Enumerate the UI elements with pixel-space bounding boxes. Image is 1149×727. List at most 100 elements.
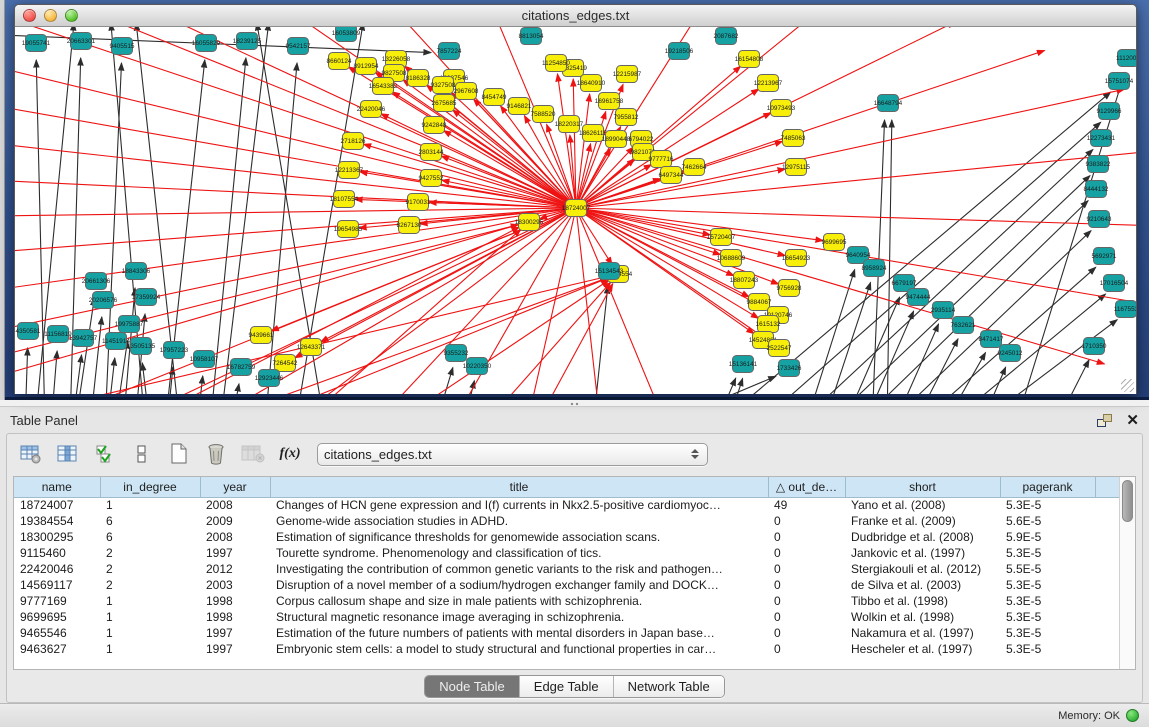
table-cell[interactable]: Hescheler et al. (1997) (845, 641, 1000, 657)
network-node[interactable]: 10688609 (717, 250, 746, 267)
network-node[interactable]: 9355232 (444, 345, 469, 362)
table-row[interactable]: 977716911998Corpus callosum shape and si… (14, 593, 1119, 609)
network-node[interactable]: 2522547 (767, 340, 792, 357)
table-cell[interactable]: 0 (768, 561, 845, 577)
table-cell[interactable]: 9699695 (14, 609, 100, 625)
network-node[interactable]: 13942757 (69, 330, 98, 347)
table-cell[interactable]: 9465546 (14, 625, 100, 641)
float-panel-icon[interactable] (1097, 414, 1112, 427)
table-cell[interactable]: 1 (100, 609, 200, 625)
network-node[interactable]: 8186328 (406, 70, 431, 87)
network-node[interactable]: 19055741 (22, 35, 51, 52)
column-header-pagerank[interactable]: pagerank (1000, 477, 1095, 497)
table-cell[interactable]: Changes of HCN gene expression and I(f) … (270, 497, 768, 513)
tab-network-table[interactable]: Network Table (614, 676, 724, 697)
network-node[interactable]: 15134543 (595, 263, 624, 280)
network-node[interactable]: 7462664 (682, 159, 707, 176)
table-selector-dropdown[interactable]: citations_edges.txt (317, 443, 708, 466)
network-node[interactable]: 17359924 (132, 289, 161, 306)
table-cell[interactable]: Embryonic stem cells: a model to study s… (270, 641, 768, 657)
network-node[interactable]: 8660124 (327, 53, 352, 70)
table-cell[interactable]: 1 (100, 497, 200, 513)
table-cell[interactable]: Disruption of a novel member of a sodium… (270, 577, 768, 593)
network-node[interactable]: 10973493 (767, 100, 796, 117)
table-cell[interactable]: 18724007 (14, 497, 100, 513)
network-node[interactable]: 22420046 (357, 101, 386, 118)
network-node[interactable]: 2967608 (454, 83, 479, 100)
network-edge[interactable] (25, 348, 28, 394)
network-canvas[interactable]: 1872400786601248912954132260589827508165… (15, 27, 1136, 394)
network-node[interactable]: 20661306 (82, 273, 111, 290)
network-node[interactable]: 12213367 (335, 162, 364, 179)
network-edge[interactable] (142, 363, 150, 394)
network-node[interactable]: 16053809 (332, 27, 361, 42)
network-node[interactable]: 9383822 (1086, 156, 1111, 173)
network-node[interactable]: 16961758 (595, 93, 624, 110)
network-node[interactable]: 12273431 (1087, 130, 1116, 147)
network-node[interactable]: 18724007 (562, 200, 591, 217)
table-cell[interactable]: 0 (768, 609, 845, 625)
network-node[interactable]: 2803144 (419, 144, 444, 161)
table-cell[interactable]: Franke et al. (2009) (845, 513, 1000, 529)
column-header-name[interactable]: name (14, 477, 100, 497)
table-cell[interactable]: 6 (100, 513, 200, 529)
table-cell[interactable]: 5.3E-5 (1000, 593, 1095, 609)
table-cell[interactable]: 9777169 (14, 593, 100, 609)
table-cell[interactable]: Dudbridge et al. (2008) (845, 529, 1000, 545)
network-edge[interactable] (231, 384, 239, 394)
network-node[interactable]: 9427552 (419, 170, 444, 187)
table-cell[interactable]: 1998 (200, 593, 270, 609)
network-node[interactable]: 8471417 (979, 331, 1004, 348)
tab-node-table[interactable]: Node Table (425, 676, 520, 697)
network-edge[interactable] (65, 27, 576, 208)
network-node[interactable]: 12215987 (613, 66, 642, 83)
network-node[interactable]: 16154808 (735, 51, 764, 68)
tab-edge-table[interactable]: Edge Table (520, 676, 614, 697)
network-edge[interactable] (576, 208, 1136, 227)
delete-column-button[interactable] (202, 440, 230, 468)
column-header-title[interactable]: title (270, 477, 768, 497)
network-node[interactable]: 20206576 (89, 292, 118, 309)
network-node[interactable]: 4350581 (16, 323, 41, 340)
delete-table-button[interactable] (239, 440, 267, 468)
citation-network-graph[interactable]: 1872400786601248912954132260589827508165… (15, 27, 1136, 394)
network-edge[interactable] (887, 120, 892, 394)
table-cell[interactable]: 0 (768, 529, 845, 545)
table-cell[interactable]: 19384554 (14, 513, 100, 529)
table-row[interactable]: 2242004622012Investigating the contribut… (14, 561, 1119, 577)
column-header-year[interactable]: year (200, 477, 270, 497)
network-node[interactable]: 16543382 (369, 78, 398, 95)
table-cell[interactable]: Tibbo et al. (1998) (845, 593, 1000, 609)
network-edge[interactable] (823, 282, 871, 394)
network-edge[interactable] (45, 208, 576, 394)
table-cell[interactable]: 1 (100, 641, 200, 657)
table-cell[interactable]: Genome-wide association studies in ADHD. (270, 513, 768, 529)
network-node[interactable]: 9474444 (906, 289, 931, 306)
table-cell[interactable]: 5.3E-5 (1000, 609, 1095, 625)
network-edge[interactable] (715, 378, 736, 394)
table-row[interactable]: 946554611997Estimation of the future num… (14, 625, 1119, 641)
table-cell[interactable]: 5.3E-5 (1000, 641, 1095, 657)
network-node[interactable]: 1733426 (777, 360, 802, 377)
network-node[interactable]: 16654923 (782, 250, 811, 267)
network-node[interactable]: 8444132 (1084, 181, 1109, 198)
network-window-titlebar[interactable]: citations_edges.txt (15, 5, 1136, 27)
network-node[interactable]: 10958107 (190, 351, 219, 368)
network-node[interactable]: 8912954 (354, 58, 379, 75)
network-node[interactable]: 9210643 (1087, 211, 1112, 228)
table-cell[interactable]: 5.3E-5 (1000, 625, 1095, 641)
table-cell[interactable]: 5.3E-5 (1000, 577, 1095, 593)
table-cell[interactable]: 1997 (200, 641, 270, 657)
table-cell[interactable]: Corpus callosum shape and size in male p… (270, 593, 768, 609)
network-node[interactable]: 18107554 (330, 191, 359, 208)
table-cell[interactable]: 1997 (200, 545, 270, 561)
network-node[interactable]: 5692971 (1092, 248, 1117, 265)
network-node[interactable]: 9245012 (998, 345, 1023, 362)
network-edge[interactable] (885, 231, 1091, 394)
table-cell[interactable]: de Silva et al. (2003) (845, 577, 1000, 593)
network-node[interactable]: 9242848 (422, 117, 447, 134)
table-cell[interactable]: Yano et al. (2008) (845, 497, 1000, 513)
table-cell[interactable]: 1 (100, 625, 200, 641)
table-cell[interactable]: 2008 (200, 497, 270, 513)
table-cell[interactable]: 5.3E-5 (1000, 497, 1095, 513)
